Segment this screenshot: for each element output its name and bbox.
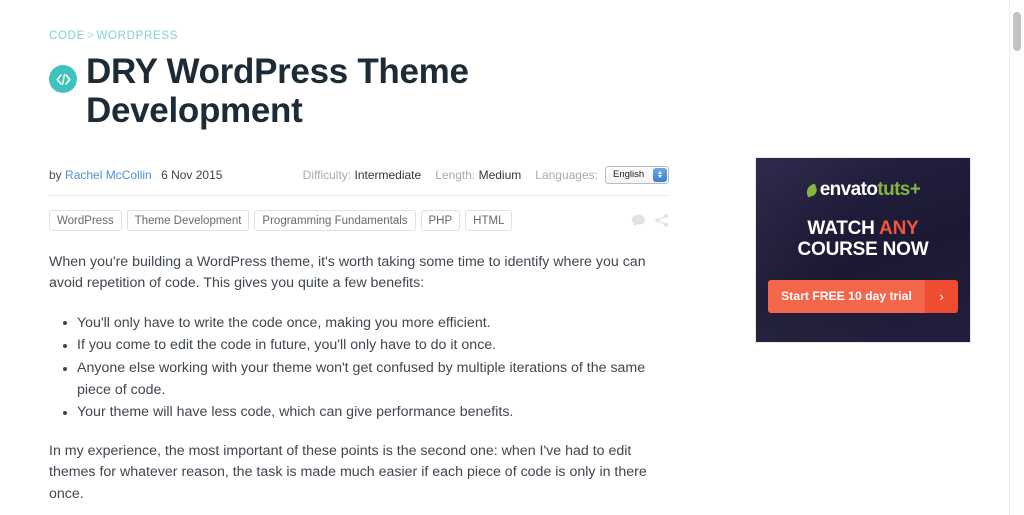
ad-headline-any: ANY — [879, 218, 919, 239]
byline: by Rachel McCollin 6 Nov 2015 — [49, 168, 222, 182]
byline-prefix: by — [49, 167, 62, 182]
breadcrumb-item-wordpress[interactable]: WORDPRESS — [96, 30, 178, 42]
article-column: CODE > WORDPRESS DRY WordPress Theme Devel… — [49, 0, 669, 515]
list-item: Anyone else working with your theme won'… — [63, 358, 669, 401]
ad-cta-label: Start FREE 10 day trial — [768, 279, 925, 313]
article-body: When you're building a WordPress theme, … — [49, 252, 669, 515]
paragraph: In my experience, the most important of … — [49, 442, 647, 502]
social-actions — [631, 214, 669, 227]
tag-item[interactable]: PHP — [420, 210, 461, 232]
benefits-list: You'll only have to write the code once,… — [49, 313, 669, 424]
breadcrumb-item-code[interactable]: CODE — [49, 30, 85, 42]
ad-headline-line2: COURSE NOW — [797, 239, 929, 261]
article-meta: by Rachel McCollin 6 Nov 2015 Difficulty… — [49, 164, 669, 186]
tag-list: WordPress Theme Development Programming … — [49, 210, 669, 232]
code-icon — [49, 65, 77, 93]
list-item: You'll only have to write the code once,… — [63, 313, 669, 335]
page-scrollbar[interactable] — [1009, 0, 1024, 515]
difficulty-label: Difficulty: — [302, 167, 352, 182]
comment-icon[interactable] — [631, 214, 646, 227]
paragraph: When you're building a WordPress theme, … — [49, 253, 646, 292]
scrollbar-thumb[interactable] — [1013, 12, 1021, 51]
difficulty-value: Intermediate — [354, 167, 422, 182]
leaf-icon — [804, 182, 819, 198]
title-row: DRY WordPress Theme Development — [49, 52, 669, 131]
author-link[interactable]: Rachel McCollin — [65, 168, 152, 182]
length-label: Length: — [435, 167, 476, 182]
tag-item[interactable]: Theme Development — [126, 210, 250, 232]
meta-divider — [49, 194, 669, 196]
tag-item[interactable]: Programming Fundamentals — [254, 210, 416, 232]
length-value: Medium — [478, 167, 522, 182]
difficulty-meta: Difficulty: Intermediate — [303, 168, 422, 182]
list-item: If you come to edit the code in future, … — [63, 335, 669, 357]
languages-meta: Languages: — [535, 168, 598, 182]
logo-secondary: tuts+ — [877, 179, 921, 200]
languages-label: Languages: — [535, 167, 598, 182]
ad-headline-watch: WATCH — [807, 218, 880, 239]
language-select[interactable]: English — [605, 165, 669, 184]
publish-date: 6 Nov 2015 — [161, 167, 223, 182]
ad-cta-button[interactable]: Start FREE 10 day trial › — [768, 279, 958, 313]
breadcrumb: CODE > WORDPRESS — [49, 0, 669, 42]
tag-item[interactable]: HTML — [465, 210, 513, 232]
ad-content: envato tuts+ WATCH ANY COURSE NOW Start … — [756, 158, 970, 342]
chevron-right-icon: › — [925, 279, 958, 313]
ad-headline: WATCH ANY COURSE NOW — [797, 218, 928, 261]
breadcrumb-separator: > — [87, 30, 95, 42]
advertisement-banner[interactable]: envato tuts+ WATCH ANY COURSE NOW Start … — [755, 157, 971, 343]
ad-headline-line1: WATCH ANY — [797, 218, 928, 239]
article-page: CODE > WORDPRESS DRY WordPress Theme Devel… — [0, 0, 1024, 515]
tag-item[interactable]: WordPress — [49, 210, 122, 232]
list-item: Your theme will have less code, which ca… — [63, 402, 669, 424]
envato-tuts-logo: envato tuts+ — [804, 179, 921, 201]
length-meta: Length: Medium — [435, 168, 521, 182]
language-selected-value: English — [613, 169, 645, 181]
page-title: DRY WordPress Theme Development — [86, 52, 469, 130]
chevron-updown-icon[interactable] — [653, 167, 667, 182]
meta-attributes: Difficulty: Intermediate Length: Medium … — [303, 165, 669, 184]
share-icon[interactable] — [655, 214, 669, 227]
logo-primary: envato — [819, 179, 878, 200]
